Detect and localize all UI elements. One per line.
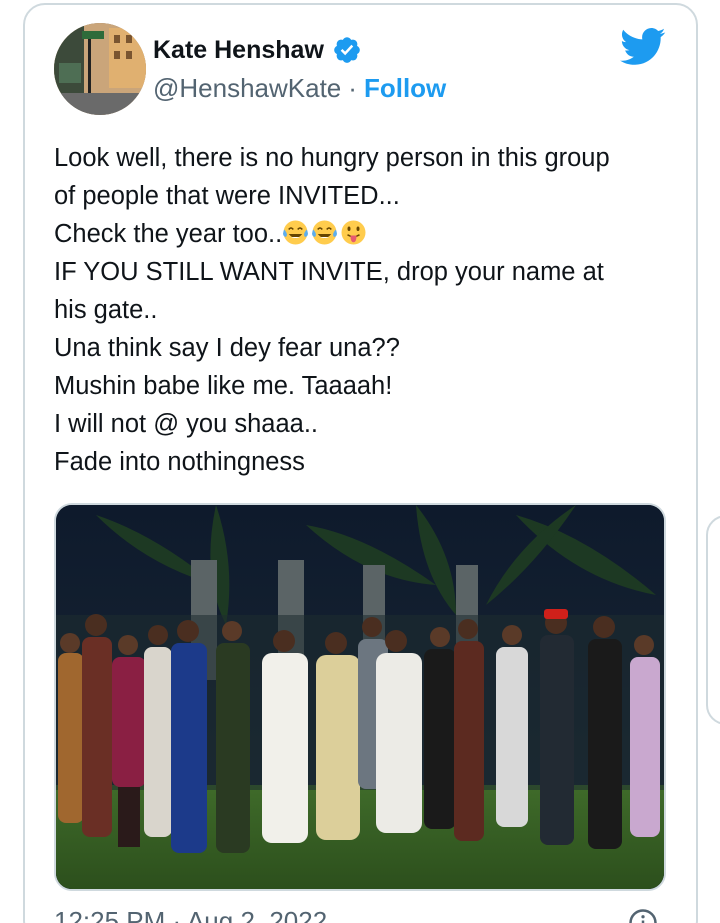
tweet-line: his gate.. bbox=[54, 296, 158, 324]
handle-row: @HenshawKate · Follow bbox=[153, 73, 446, 104]
avatar[interactable] bbox=[54, 23, 146, 115]
author-name-row[interactable]: Kate Henshaw bbox=[153, 35, 362, 65]
tweet-line: I will not @ you shaaa.. bbox=[54, 410, 319, 438]
tweet-line: Mushin babe like me. Taaaah! bbox=[54, 372, 393, 400]
face-with-tears-of-joy-icon bbox=[283, 220, 309, 245]
tweet-line: IF YOU STILL WANT INVITE, drop your name… bbox=[54, 258, 604, 286]
separator-dot: · bbox=[348, 73, 357, 103]
face-with-tears-of-joy-icon bbox=[312, 220, 338, 245]
tweet-line: of people that were INVITED... bbox=[54, 182, 400, 210]
face-with-tongue-icon bbox=[341, 220, 366, 245]
next-card-edge bbox=[706, 515, 720, 725]
author-name[interactable]: Kate Henshaw bbox=[153, 36, 324, 65]
tweet-line: Una think say I dey fear una?? bbox=[54, 334, 400, 362]
tweet-line-with-emojis: Check the year too.. bbox=[54, 215, 674, 253]
tweet-line: Fade into nothingness bbox=[54, 448, 305, 476]
tweet-photo[interactable] bbox=[54, 503, 666, 891]
tweet-line: Look well, there is no hungry person in … bbox=[54, 144, 610, 172]
author-handle[interactable]: @HenshawKate bbox=[153, 73, 341, 104]
tweet-line-text: Check the year too.. bbox=[54, 220, 283, 248]
tweet-timestamp[interactable]: 12:25 PM · Aug 2, 2022 bbox=[54, 906, 327, 923]
follow-button[interactable]: Follow bbox=[364, 73, 446, 104]
verified-badge-icon bbox=[334, 37, 360, 63]
tweet-text: Look well, there is no hungry person in … bbox=[54, 139, 674, 481]
twitter-bird-icon[interactable] bbox=[620, 27, 666, 67]
info-icon[interactable] bbox=[628, 908, 658, 923]
